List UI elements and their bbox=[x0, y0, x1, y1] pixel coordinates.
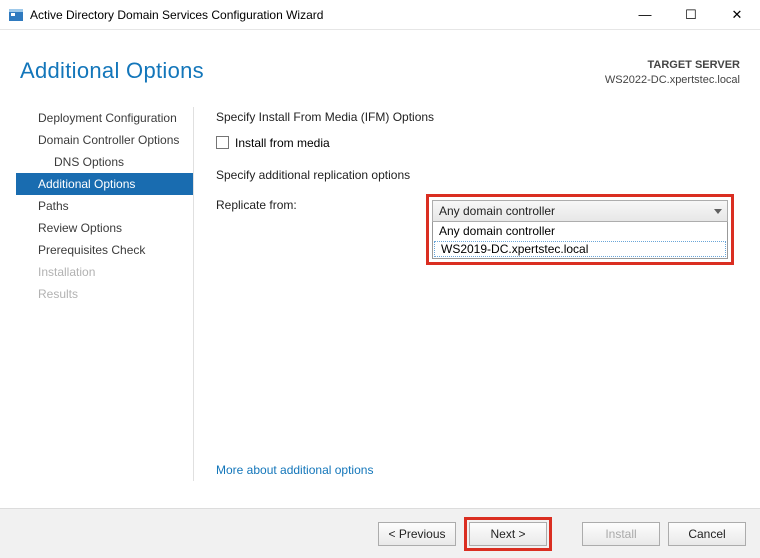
sidebar-item-results: Results bbox=[16, 283, 193, 305]
target-server-block: TARGET SERVER WS2022-DC.xpertstec.local bbox=[605, 58, 740, 89]
footer: < Previous Next > Install Cancel bbox=[0, 508, 760, 558]
sidebar-item-review-options[interactable]: Review Options bbox=[16, 217, 193, 239]
dropdown-option-ws2019-dc[interactable]: WS2019-DC.xpertstec.local bbox=[434, 241, 726, 257]
previous-button[interactable]: < Previous bbox=[378, 522, 456, 546]
sidebar: Deployment Configuration Domain Controll… bbox=[16, 107, 194, 481]
replicate-from-row: Replicate from: Any domain controller An… bbox=[216, 194, 738, 265]
close-button[interactable]: ✕ bbox=[714, 0, 760, 30]
titlebar: Active Directory Domain Services Configu… bbox=[0, 0, 760, 30]
sidebar-item-domain-controller-options[interactable]: Domain Controller Options bbox=[16, 129, 193, 151]
window-title: Active Directory Domain Services Configu… bbox=[30, 8, 622, 22]
replicate-from-dropdown-highlight: Any domain controller Any domain control… bbox=[426, 194, 734, 265]
app-icon bbox=[8, 7, 24, 23]
install-from-media-label: Install from media bbox=[235, 136, 330, 150]
target-server-label: TARGET SERVER bbox=[605, 58, 740, 73]
target-server-value: WS2022-DC.xpertstec.local bbox=[605, 73, 740, 88]
window-controls: — ☐ ✕ bbox=[622, 0, 760, 30]
replicate-from-options-list: Any domain controller WS2019-DC.xpertste… bbox=[432, 222, 728, 259]
sidebar-item-deployment-configuration[interactable]: Deployment Configuration bbox=[16, 107, 193, 129]
sidebar-item-installation: Installation bbox=[16, 261, 193, 283]
install-button: Install bbox=[582, 522, 660, 546]
sidebar-item-paths[interactable]: Paths bbox=[16, 195, 193, 217]
replicate-from-combobox[interactable]: Any domain controller bbox=[432, 200, 728, 222]
page-title: Additional Options bbox=[20, 58, 204, 84]
next-button[interactable]: Next > bbox=[469, 522, 547, 546]
next-button-highlight: Next > bbox=[464, 517, 552, 551]
install-from-media-checkbox[interactable] bbox=[216, 136, 229, 149]
minimize-button[interactable]: — bbox=[622, 0, 668, 30]
sidebar-item-additional-options[interactable]: Additional Options bbox=[16, 173, 193, 195]
dropdown-option-any-dc[interactable]: Any domain controller bbox=[433, 222, 727, 240]
combobox-selected-value: Any domain controller bbox=[439, 204, 555, 218]
sidebar-item-dns-options[interactable]: DNS Options bbox=[16, 151, 193, 173]
more-about-link[interactable]: More about additional options bbox=[216, 463, 373, 477]
body: Deployment Configuration Domain Controll… bbox=[0, 107, 760, 481]
sidebar-item-prerequisites-check[interactable]: Prerequisites Check bbox=[16, 239, 193, 261]
header: Additional Options TARGET SERVER WS2022-… bbox=[0, 30, 760, 107]
ifm-heading: Specify Install From Media (IFM) Options bbox=[216, 110, 738, 124]
install-from-media-row[interactable]: Install from media bbox=[216, 136, 738, 150]
replicate-from-label: Replicate from: bbox=[216, 194, 426, 212]
replication-heading: Specify additional replication options bbox=[216, 168, 738, 182]
content-pane: Specify Install From Media (IFM) Options… bbox=[194, 107, 760, 481]
cancel-button[interactable]: Cancel bbox=[668, 522, 746, 546]
maximize-button[interactable]: ☐ bbox=[668, 0, 714, 30]
